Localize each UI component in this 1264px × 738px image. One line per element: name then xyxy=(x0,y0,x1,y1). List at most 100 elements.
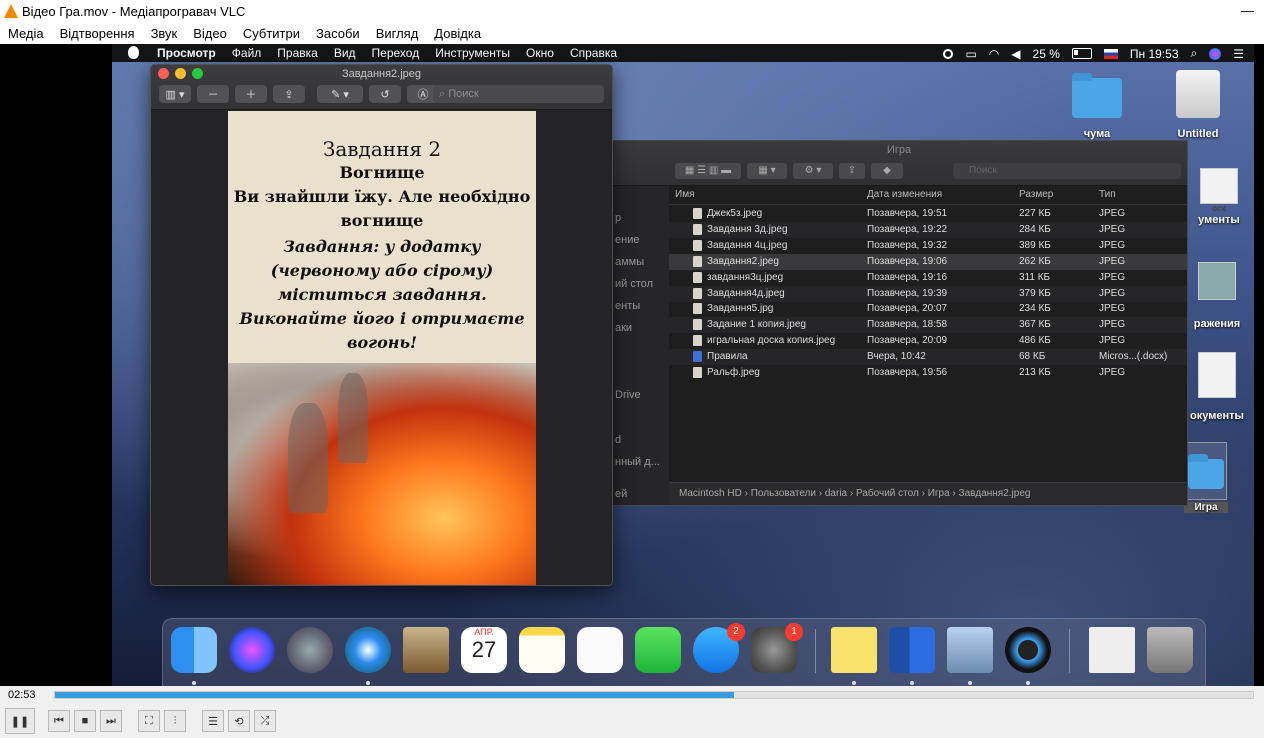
siri-icon[interactable] xyxy=(229,627,275,673)
path-item[interactable]: Macintosh HD xyxy=(679,488,742,499)
loop-button[interactable]: ⟲ xyxy=(228,710,250,732)
document-stack-icon[interactable] xyxy=(1089,627,1135,673)
file-kind: JPEG xyxy=(1099,303,1126,315)
view-mode-buttons[interactable]: ▦ ☰ ▥ ▬ xyxy=(675,163,741,179)
sidebar-item[interactable]: ей xyxy=(615,488,627,500)
video-area[interactable]: Просмотр Файл Правка Вид Переход Инструм… xyxy=(0,44,1264,686)
sidebar-item[interactable]: нный д... xyxy=(615,456,660,468)
col-name[interactable]: Имя xyxy=(675,189,694,200)
image-thumb xyxy=(1198,262,1236,300)
sidebar-item[interactable]: енты xyxy=(615,300,640,312)
next-button[interactable]: ⏭ xyxy=(100,710,122,732)
safari-icon[interactable] xyxy=(345,627,391,673)
menu-video[interactable]: Відео xyxy=(185,23,235,44)
notes-icon[interactable] xyxy=(519,627,565,673)
pause-button[interactable]: ❚❚ xyxy=(5,708,35,734)
menu-subtitles[interactable]: Субтитри xyxy=(235,23,308,44)
desktop-label: чума xyxy=(1083,128,1111,140)
file-size: 213 КБ xyxy=(1019,367,1051,378)
path-item[interactable]: daria xyxy=(825,488,847,499)
menu-audio[interactable]: Звук xyxy=(143,23,186,44)
table-row[interactable]: Завдання4д.jpeg Позавчера, 19:39 379 КБ JPE… xyxy=(669,285,1187,302)
trash-icon[interactable] xyxy=(1147,627,1193,673)
preview-toolbar: ▥ ▾ － ＋ ⇪ ✎ ▾ ↺ Ⓐ xyxy=(159,85,439,103)
playlist-button[interactable]: ☰ xyxy=(202,710,224,732)
fullscreen-button[interactable]: ⛶ xyxy=(138,710,160,732)
share-button[interactable]: ⇪ xyxy=(839,163,865,179)
shuffle-button[interactable]: ⤮ xyxy=(254,710,276,732)
running-indicator xyxy=(192,681,196,685)
dock-separator xyxy=(815,629,816,673)
table-row[interactable]: Правила Вчера, 10:42 68 КБ Micros...(.docx) xyxy=(669,349,1187,366)
arrange-button[interactable]: ▦ ▾ xyxy=(747,163,787,179)
path-item[interactable]: Рабочий стол xyxy=(856,488,919,499)
extended-settings-button[interactable]: ⫶ xyxy=(164,710,186,732)
path-item[interactable]: Пользователи xyxy=(751,488,816,499)
file-date: Позавчера, 20:09 xyxy=(867,335,948,347)
tag-button[interactable]: ◆ xyxy=(871,163,903,179)
table-row[interactable]: Джек5з.jpeg Позавчера, 19:51 227 КБ JPEG xyxy=(669,206,1187,222)
calendar-icon[interactable]: АПР. 27 xyxy=(461,627,507,673)
word-icon[interactable] xyxy=(889,627,935,673)
file-date: Позавчера, 18:58 xyxy=(867,319,948,331)
minimize-button[interactable]: — xyxy=(1241,3,1254,18)
menu-view[interactable]: Вигляд xyxy=(368,23,427,44)
sidebar-item[interactable]: аммы xyxy=(615,256,644,268)
file-date: Позавчера, 20:07 xyxy=(867,303,948,315)
launchpad-icon[interactable] xyxy=(287,627,333,673)
table-row[interactable]: Ральф.jpeg Позавчера, 19:56 213 КБ JPEG xyxy=(669,365,1187,381)
mail-icon[interactable] xyxy=(403,627,449,673)
sidebar-toggle-button[interactable]: ▥ ▾ xyxy=(159,85,191,103)
desktop-label: Untitled xyxy=(1177,128,1219,140)
path-item[interactable]: Завдання2.jpeg xyxy=(959,488,1031,499)
col-kind[interactable]: Тип xyxy=(1099,189,1116,200)
stop-button[interactable]: ■ xyxy=(74,710,96,732)
share-button[interactable]: ⇪ xyxy=(273,85,305,103)
seek-bar[interactable] xyxy=(54,691,1254,699)
mac-menu-go: Переход xyxy=(371,46,420,60)
running-indicator xyxy=(910,681,914,685)
system-preferences-icon[interactable]: 1 xyxy=(751,623,803,673)
preview-app-icon[interactable] xyxy=(947,627,993,673)
finder-icon[interactable] xyxy=(171,627,217,673)
sidebar-item[interactable]: ение xyxy=(615,234,639,246)
seek-progress xyxy=(55,692,735,698)
menu-tools[interactable]: Засоби xyxy=(308,23,368,44)
table-row[interactable]: Завдання 4ц.jpeg Позавчера, 19:32 389 КБ JP… xyxy=(669,238,1187,254)
preview-window: Завдання2.jpeg ▥ ▾ － ＋ ⇪ ✎ ▾ ↺ Ⓐ ⌕ Поиск… xyxy=(150,64,613,586)
facetime-icon[interactable] xyxy=(635,627,681,673)
sidebar-item-drive[interactable]: Drive xyxy=(615,389,641,401)
sidebar-item[interactable]: d xyxy=(615,434,621,446)
table-row[interactable]: Завдання 3д.jpeg Позавчера, 19:22 284 КБ JP… xyxy=(669,221,1187,238)
menu-media[interactable]: Медіа xyxy=(0,23,52,44)
sidebar-item[interactable]: ий стол xyxy=(615,278,653,290)
col-date[interactable]: Дата изменения xyxy=(867,189,942,200)
table-row[interactable]: игральная доска копия.jpeg Позавчера, 20:… xyxy=(669,333,1187,349)
menu-playback[interactable]: Відтворення xyxy=(52,23,143,44)
menu-help[interactable]: Довідка xyxy=(426,23,489,44)
zoom-out-button[interactable]: － xyxy=(197,85,229,103)
markup-pen-button[interactable]: ✎ ▾ xyxy=(317,85,363,103)
sidebar-item[interactable]: р xyxy=(615,212,621,224)
vlc-controls: 02:53 ❚❚ ⏮ ■ ⏭ ⛶ ⫶ ☰ ⟲ ⤮ xyxy=(0,686,1264,738)
calendar-day: 27 xyxy=(471,637,497,662)
path-item[interactable]: Игра xyxy=(928,488,950,499)
col-size[interactable]: Размер xyxy=(1019,189,1053,200)
finder-search-input[interactable]: Поиск xyxy=(953,163,1181,179)
rotate-button[interactable]: ↺ xyxy=(369,85,401,103)
stickies-icon[interactable] xyxy=(831,627,877,673)
reminders-icon[interactable] xyxy=(577,627,623,673)
app-store-icon[interactable]: 2 xyxy=(693,623,745,673)
table-row[interactable]: Завдання5.jpg Позавчера, 20:07 234 КБ JPEG xyxy=(669,301,1187,317)
table-row[interactable]: Завдання2.jpeg Позавчера, 19:06 262 КБ JPEG xyxy=(669,253,1187,270)
table-row[interactable]: Задание 1 копия.jpeg Позавчера, 18:58 367 … xyxy=(669,317,1187,334)
quicktime-icon[interactable] xyxy=(1005,627,1051,673)
sidebar-item[interactable]: аки xyxy=(615,322,632,334)
table-row[interactable]: завдання3ц.jpeg Позавчера, 19:16 311 КБ JPE… xyxy=(669,270,1187,286)
zoom-in-button[interactable]: ＋ xyxy=(235,85,267,103)
file-name: Завдання4д.jpeg xyxy=(707,287,785,299)
previous-button[interactable]: ⏮ xyxy=(48,710,70,732)
finder-window: Игра ▦ ☰ ▥ ▬ ▦ ▾ ⚙ ▾ ⇪ ◆ Поиск р ение ам… xyxy=(610,140,1188,506)
preview-search-input[interactable]: ⌕ Поиск xyxy=(433,85,604,103)
action-gear-button[interactable]: ⚙ ▾ xyxy=(793,163,833,179)
